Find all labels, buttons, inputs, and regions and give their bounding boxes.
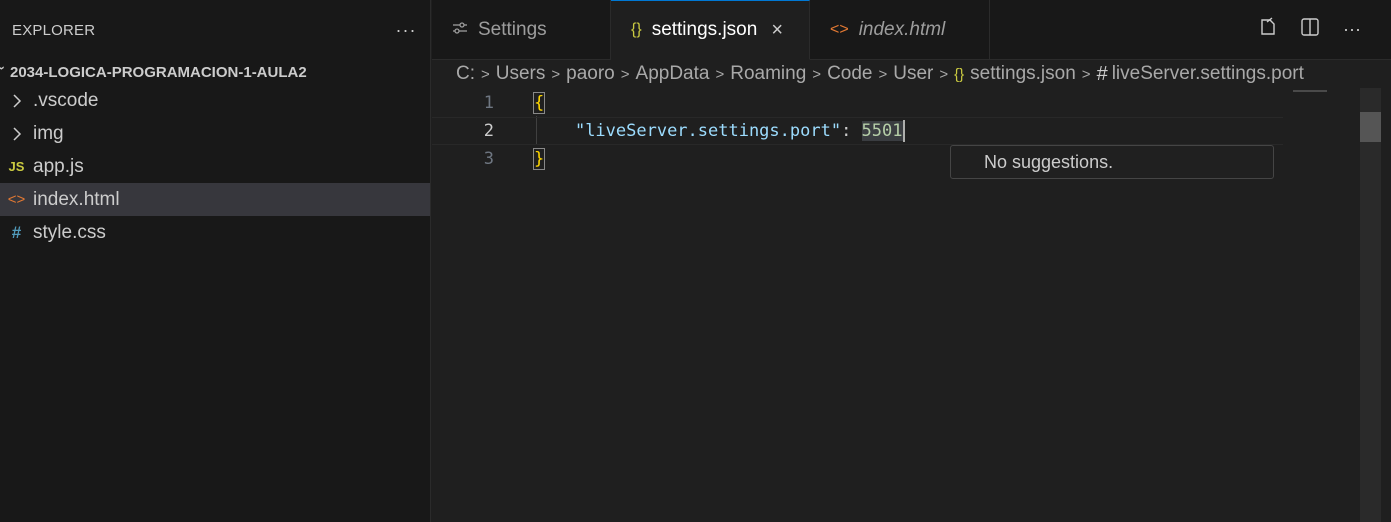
split-editor-icon[interactable] bbox=[1299, 17, 1321, 42]
chevron-right-icon: > bbox=[878, 65, 888, 83]
suggestion-text: No suggestions. bbox=[984, 151, 1114, 172]
tab-label: index.html bbox=[858, 19, 946, 40]
tree-item-label: app.js bbox=[33, 155, 84, 177]
tree-item-style-css[interactable]: # style.css bbox=[0, 216, 430, 249]
breadcrumb-item[interactable]: AppData bbox=[636, 63, 710, 85]
css-file-icon: # bbox=[11, 222, 22, 242]
text-cursor bbox=[902, 120, 905, 142]
chevron-right-icon: > bbox=[812, 65, 822, 83]
json-file-icon: {} bbox=[954, 65, 965, 83]
breadcrumb-item[interactable]: Roaming bbox=[730, 63, 806, 85]
tab-label: settings.json bbox=[651, 19, 758, 40]
tab-settings-json[interactable]: {} settings.json × bbox=[611, 0, 810, 60]
close-brace: } bbox=[532, 148, 546, 170]
javascript-file-icon: JS bbox=[8, 159, 25, 174]
workspace-folder[interactable]: › 2034-LOGICA-PROGRAMACION-1-AULA2 bbox=[0, 60, 430, 84]
breadcrumb-item[interactable]: paoro bbox=[566, 63, 615, 85]
close-icon[interactable]: × bbox=[771, 19, 783, 42]
breadcrumb-item[interactable]: C: bbox=[456, 63, 475, 85]
chevron-right-icon: > bbox=[481, 65, 490, 83]
tab-index-html[interactable]: <> index.html bbox=[810, 0, 990, 60]
tree-item-img[interactable]: img bbox=[0, 117, 430, 150]
html-file-icon: <> bbox=[830, 21, 849, 38]
tab-label: Settings bbox=[478, 19, 547, 40]
tree-item-label: .vscode bbox=[33, 89, 99, 111]
open-preview-icon[interactable] bbox=[1257, 17, 1279, 42]
vertical-scrollbar[interactable] bbox=[1360, 88, 1381, 522]
ellipsis-icon[interactable]: ··· bbox=[394, 20, 418, 41]
tree-item-label: index.html bbox=[33, 188, 120, 210]
open-brace: { bbox=[532, 92, 546, 114]
breadcrumb-item[interactable]: Users bbox=[496, 63, 546, 85]
line-number: 2 bbox=[483, 121, 494, 141]
code-line-current: 2 "liveServer.settings.port": 5501 bbox=[432, 117, 1283, 145]
tree-item-vscode[interactable]: .vscode bbox=[0, 84, 430, 117]
tree-item-app-js[interactable]: JS app.js bbox=[0, 150, 430, 183]
line-number: 1 bbox=[483, 93, 494, 113]
settings-sliders-icon bbox=[452, 21, 468, 40]
code-editor[interactable]: 1 { 2 "liveServer.settings.port": 5501 3… bbox=[432, 88, 1391, 522]
breadcrumb-item[interactable]: liveServer.settings.port bbox=[1112, 63, 1304, 85]
chevron-right-icon: > bbox=[715, 65, 725, 83]
json-file-icon: {} bbox=[631, 21, 642, 38]
more-actions-icon[interactable]: ··· bbox=[1341, 19, 1363, 40]
json-key: "liveServer.settings.port" bbox=[574, 121, 842, 141]
tab-settings[interactable]: Settings bbox=[432, 0, 611, 60]
chevron-down-icon: › bbox=[0, 66, 9, 78]
chevron-right-icon: > bbox=[939, 65, 949, 83]
tree-item-index-html[interactable]: <> index.html bbox=[0, 183, 430, 216]
scrollbar-thumb[interactable] bbox=[1360, 112, 1381, 142]
line-number: 3 bbox=[483, 149, 494, 169]
chevron-right-icon: > bbox=[620, 65, 630, 83]
tree-item-label: style.css bbox=[33, 221, 106, 243]
json-value: 5501 bbox=[861, 121, 903, 141]
breadcrumb-item[interactable]: User bbox=[893, 63, 933, 85]
chevron-right-icon: > bbox=[1081, 65, 1091, 83]
explorer-title: EXPLORER bbox=[12, 21, 96, 39]
breadcrumb: C: > Users > paoro > AppData > Roaming >… bbox=[432, 60, 1361, 88]
tree-item-label: img bbox=[33, 122, 64, 144]
hash-icon: # bbox=[1096, 62, 1108, 85]
breadcrumb-item[interactable]: settings.json bbox=[970, 63, 1076, 85]
editor-tabs: Settings {} settings.json × <> index.htm… bbox=[432, 0, 1391, 60]
json-colon: : bbox=[841, 121, 862, 141]
explorer-sidebar: EXPLORER ··· › 2034-LOGICA-PROGRAMACION-… bbox=[0, 0, 431, 522]
suggestion-widget: No suggestions. bbox=[950, 145, 1274, 179]
chevron-right-icon: > bbox=[551, 65, 561, 83]
explorer-header: EXPLORER ··· bbox=[0, 0, 430, 60]
breadcrumb-item[interactable]: Code bbox=[827, 63, 872, 85]
html-file-icon: <> bbox=[7, 191, 26, 208]
workspace-folder-label: 2034-LOGICA-PROGRAMACION-1-AULA2 bbox=[10, 63, 307, 81]
chevron-right-icon bbox=[0, 126, 33, 141]
code-line: 1 { bbox=[432, 89, 1362, 117]
chevron-right-icon bbox=[0, 93, 33, 108]
tab-actions: ··· bbox=[1257, 0, 1391, 59]
